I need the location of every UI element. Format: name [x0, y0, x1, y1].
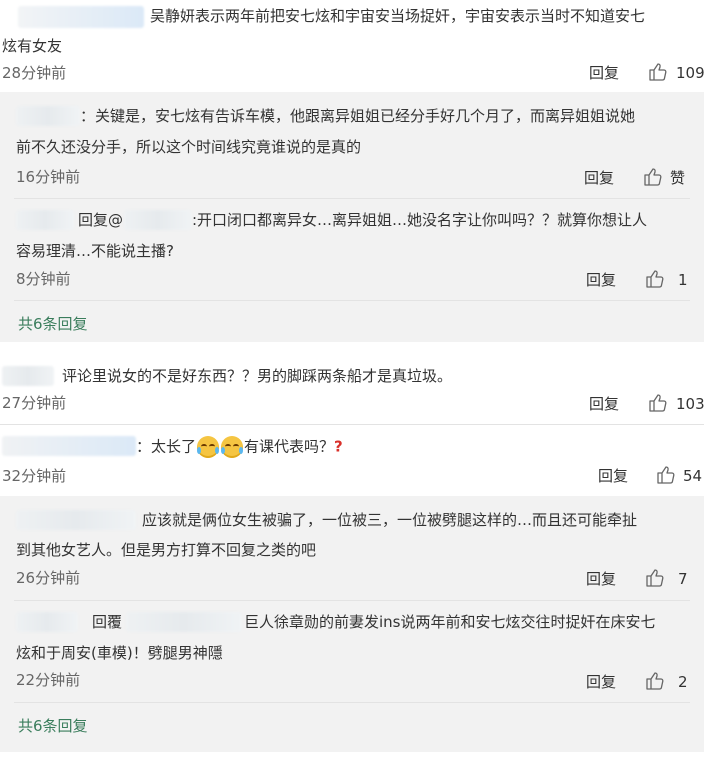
- like-icon[interactable]: [643, 167, 663, 187]
- more-replies-link[interactable]: 共6条回复: [18, 716, 88, 736]
- commenter-name[interactable]: [2, 436, 136, 456]
- reply-text: 容易理清…不能说主播?: [16, 242, 174, 260]
- like-label[interactable]: 赞: [670, 168, 685, 188]
- reply-prefix: 回覆: [92, 613, 123, 631]
- comment-text: 炫有女友: [2, 37, 63, 55]
- mentioned-user[interactable]: [126, 612, 242, 632]
- reply-button[interactable]: 回复: [586, 270, 616, 290]
- replier-name[interactable]: [16, 510, 136, 530]
- like-icon[interactable]: [656, 465, 676, 485]
- comment-text: 吴静妍表示两年前把安七炫和宇宙安当场捉奸，宇宙安表示当时不知道安七: [150, 7, 646, 25]
- mentioned-user[interactable]: [124, 210, 192, 230]
- question-mark-emoji-icon: ?: [334, 437, 343, 456]
- reply-button[interactable]: 回复: [586, 672, 616, 692]
- like-count: 109: [676, 64, 704, 82]
- comment-time: 28分钟前: [2, 64, 67, 82]
- reply-time: 16分钟前: [16, 168, 81, 186]
- comment-time: 32分钟前: [2, 467, 67, 485]
- reply-button[interactable]: 回复: [584, 168, 614, 188]
- reply-button[interactable]: 回复: [598, 466, 628, 486]
- reply-button[interactable]: 回复: [589, 394, 619, 414]
- like-count: 1: [678, 271, 688, 289]
- laugh-cry-emoji-icon: [221, 436, 244, 458]
- like-count: 103: [676, 395, 704, 413]
- comment-text-pre: ：太长了: [136, 437, 197, 456]
- like-icon[interactable]: [645, 269, 665, 289]
- divider: [14, 300, 690, 301]
- divider: [14, 198, 690, 199]
- reply-text: 炫和于周安(車模)！劈腿男神隱: [16, 644, 223, 662]
- reply-text: 巨人徐章勋的前妻发ins说两年前和安七炫交往时捉奸在床安七: [244, 613, 656, 631]
- reply-text: 到其他女艺人。但是男方打算不回复之类的吧: [16, 541, 317, 559]
- like-count: 54: [683, 467, 703, 485]
- divider: [14, 702, 690, 703]
- divider: [14, 600, 690, 601]
- reply-thread: ：关键是，安七炫有告诉车模，他跟离异姐姐已经分手好几个月了，而离异姐姐说她 前不…: [0, 92, 704, 342]
- reply-time: 8分钟前: [16, 270, 71, 288]
- replier-name[interactable]: [16, 612, 78, 632]
- reply-text: 前不久还没分手，所以这个时间线究竟谁说的是真的: [16, 138, 362, 156]
- comment-text-post: 有课代表吗？: [244, 437, 335, 456]
- reply-text: :开口闭口都离异女…离异姐姐…她没名字让你叫吗？？就算你想让人: [192, 211, 648, 229]
- reply-time: 26分钟前: [16, 569, 81, 587]
- divider: [0, 424, 704, 425]
- comment-text: ：太长了 有课代表吗？?: [136, 436, 343, 458]
- reply-thread: 应该就是俩位女生被骗了，一位被三，一位被劈腿这样的…而且还可能牵扯 到其他女艺人…: [0, 496, 704, 752]
- like-count: 2: [678, 673, 688, 691]
- reply-text: 应该就是俩位女生被骗了，一位被三，一位被劈腿这样的…而且还可能牵扯: [142, 511, 638, 529]
- like-icon[interactable]: [648, 62, 668, 82]
- commenter-name[interactable]: [18, 6, 144, 28]
- like-icon[interactable]: [645, 568, 665, 588]
- comment-text: 评论里说女的不是好东西？？男的脚踩两条船才是真垃圾。: [62, 367, 453, 385]
- reply-prefix: 回复@: [78, 211, 124, 229]
- laugh-cry-emoji-icon: [197, 436, 220, 458]
- like-icon[interactable]: [648, 393, 668, 413]
- reply-button[interactable]: 回复: [586, 569, 616, 589]
- more-replies-link[interactable]: 共6条回复: [18, 314, 88, 334]
- commenter-name[interactable]: [2, 366, 54, 386]
- reply-text: ：关键是，安七炫有告诉车模，他跟离异姐姐已经分手好几个月了，而离异姐姐说她: [80, 107, 636, 125]
- replier-name[interactable]: [16, 210, 74, 230]
- reply-button[interactable]: 回复: [589, 63, 619, 83]
- comment-time: 27分钟前: [2, 394, 67, 412]
- like-icon[interactable]: [645, 671, 665, 691]
- like-count: 7: [678, 570, 688, 588]
- reply-time: 22分钟前: [16, 671, 81, 689]
- replier-name[interactable]: [16, 106, 80, 126]
